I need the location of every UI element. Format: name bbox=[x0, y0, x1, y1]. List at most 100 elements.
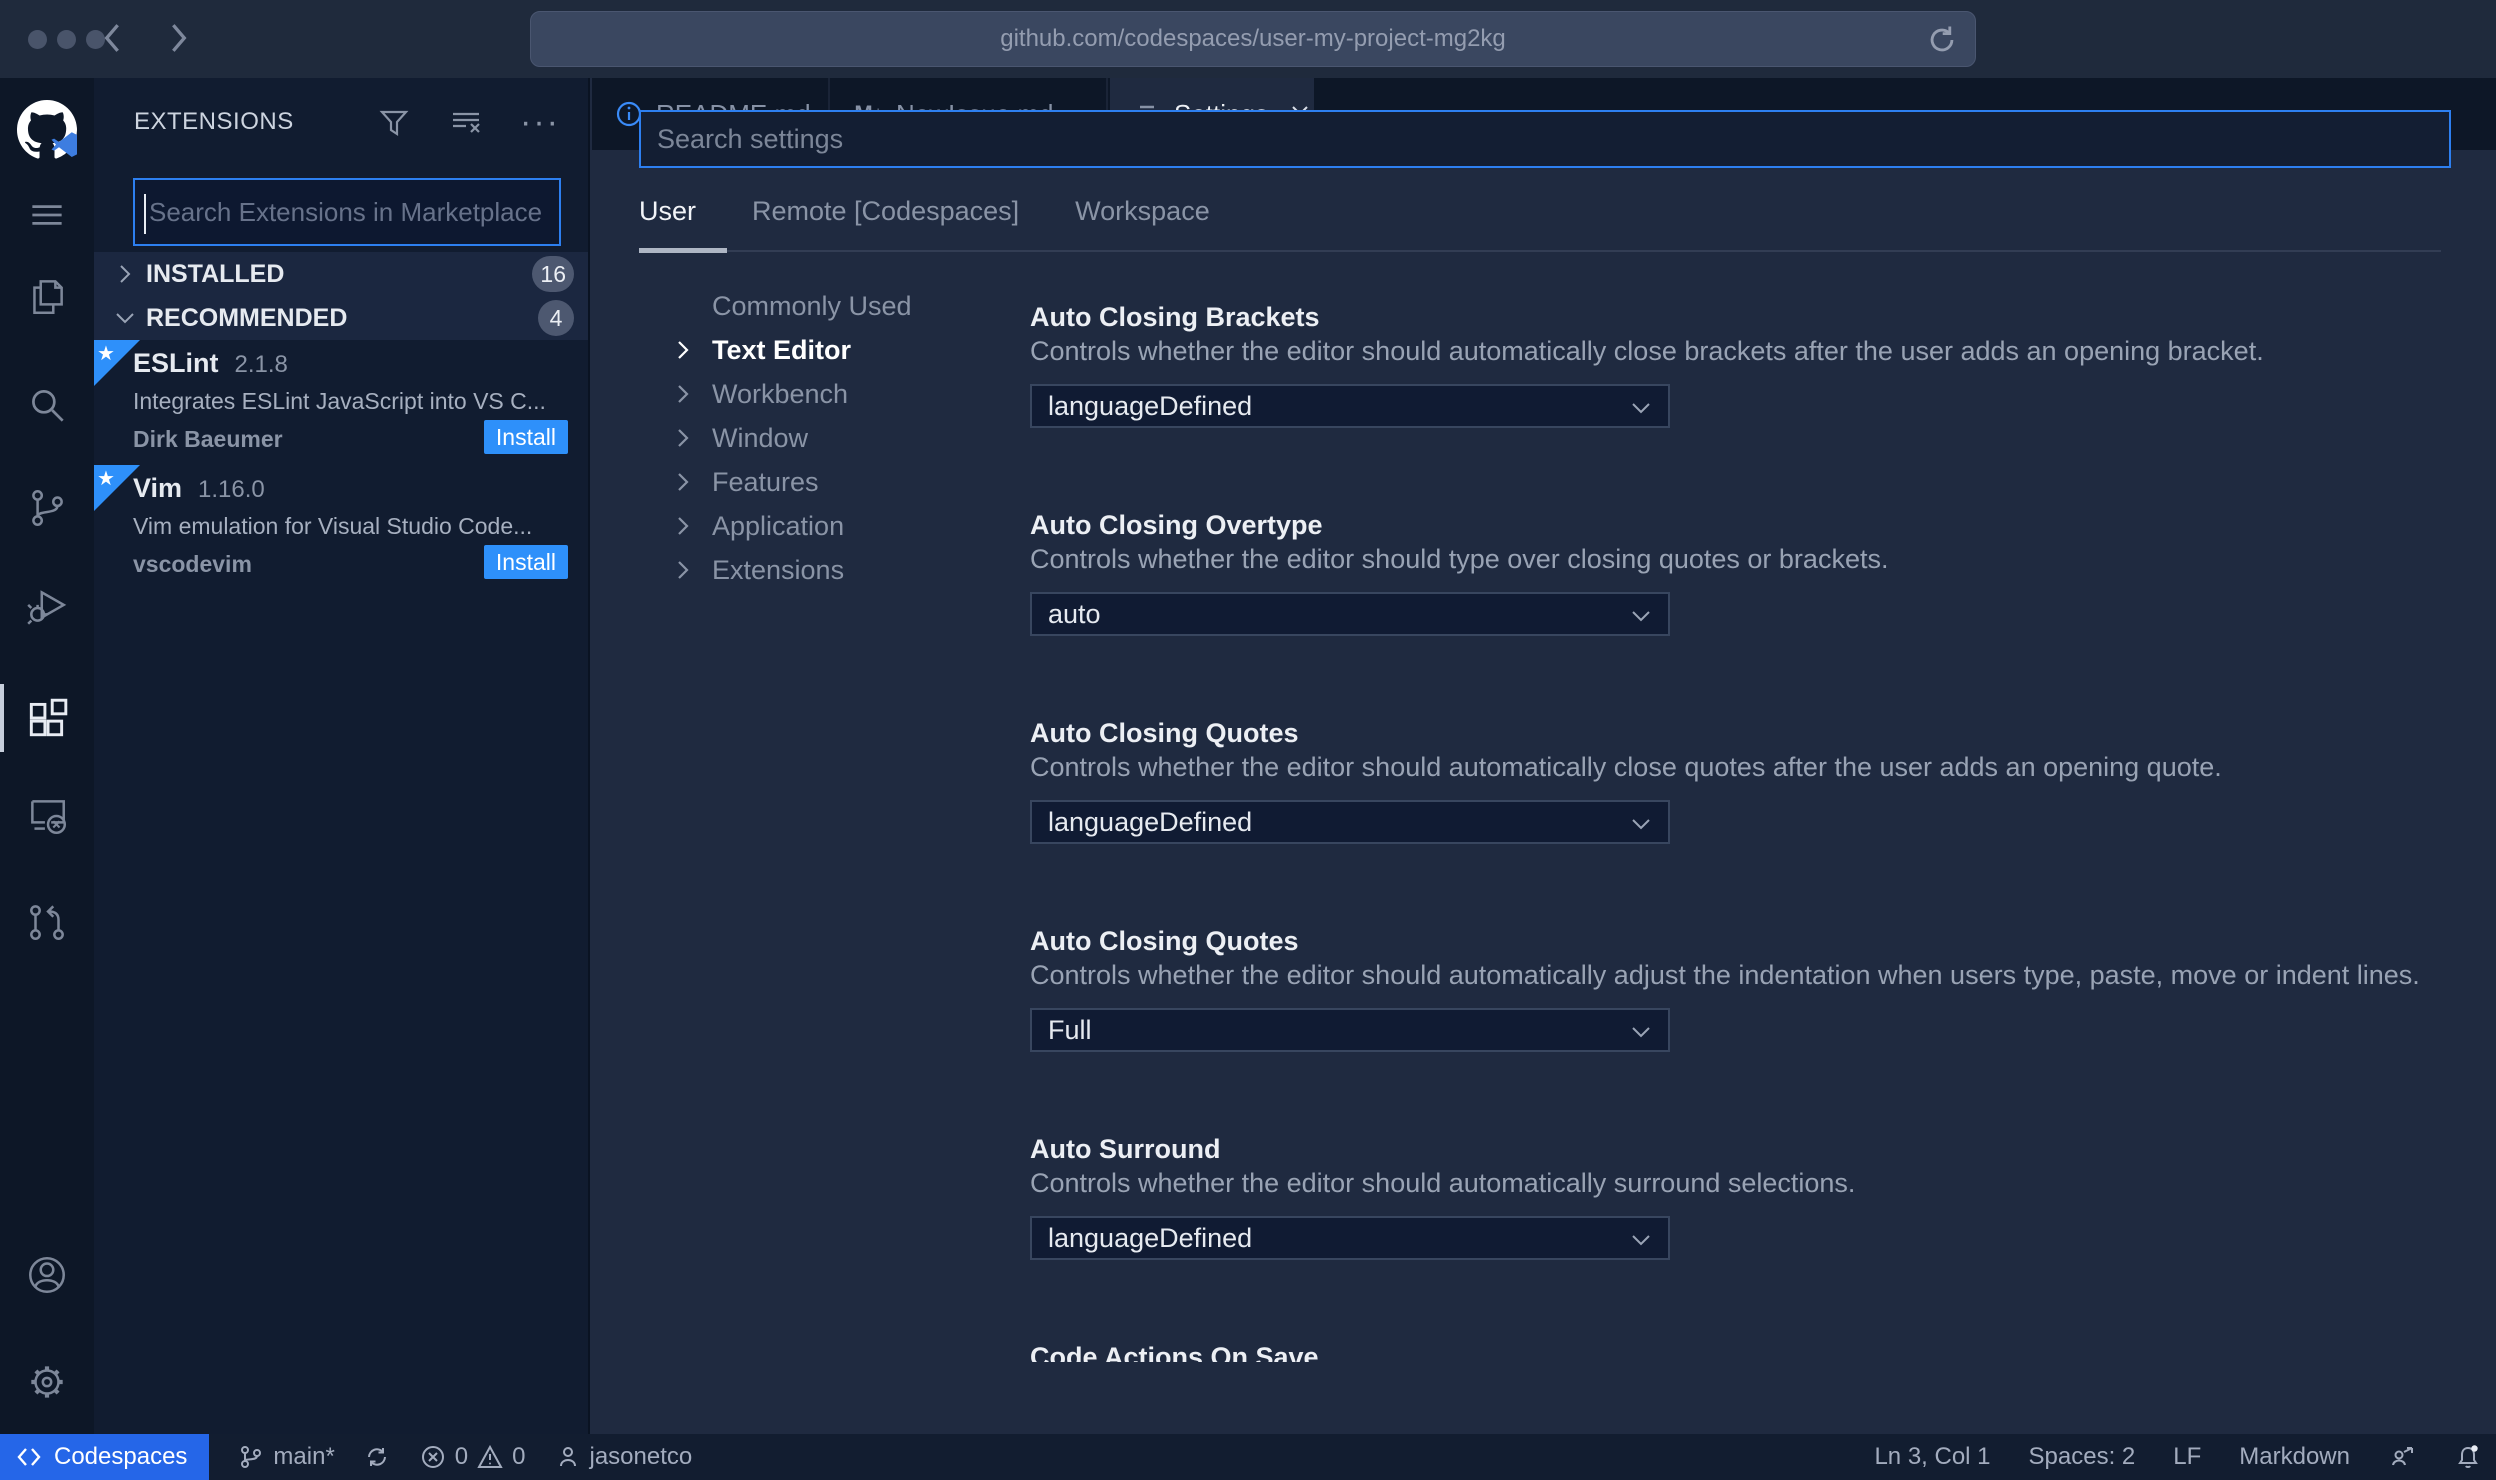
setting-select[interactable]: languageDefined bbox=[1030, 800, 1670, 844]
setting-select[interactable]: Full bbox=[1030, 1008, 1670, 1052]
remote-explorer-button[interactable] bbox=[0, 777, 94, 853]
extension-item-eslint[interactable]: ★ ESLint 2.1.8 Integrates ESLint JavaScr… bbox=[94, 340, 588, 462]
scope-divider bbox=[639, 250, 2441, 252]
files-icon bbox=[33, 280, 63, 314]
settings-search-box[interactable] bbox=[639, 110, 2451, 168]
errors-icon bbox=[421, 1446, 444, 1468]
setting-description: Controls whether the editor should autom… bbox=[1030, 1168, 1856, 1198]
browser-back-button[interactable] bbox=[92, 16, 136, 60]
section-count-badge: 4 bbox=[538, 300, 574, 336]
toc-commonly-used[interactable]: Commonly Used bbox=[670, 292, 1010, 328]
address-bar[interactable]: github.com/codespaces/user-my-project-mg… bbox=[530, 11, 1976, 67]
setting-description: Controls whether the editor should autom… bbox=[1030, 752, 2222, 782]
accounts-button[interactable] bbox=[0, 1237, 94, 1313]
cursor-position-indicator[interactable]: Ln 3, Col 1 bbox=[1874, 1443, 1990, 1471]
eol-indicator[interactable]: LF bbox=[2173, 1443, 2201, 1471]
setting-description: Controls whether the editor should autom… bbox=[1030, 960, 2420, 990]
toc-workbench[interactable]: Workbench bbox=[670, 372, 1010, 416]
sidebar-header: EXTENSIONS ··· bbox=[94, 90, 588, 154]
extension-publisher: Dirk Baeumer bbox=[133, 426, 283, 452]
setting-select[interactable]: languageDefined bbox=[1030, 384, 1670, 428]
activity-bar bbox=[0, 78, 94, 1434]
toc-window[interactable]: Window bbox=[670, 416, 1010, 460]
settings-search-input[interactable] bbox=[641, 112, 2449, 166]
toc-application[interactable]: Application bbox=[670, 504, 1010, 548]
scope-tab-workspace[interactable]: Workspace bbox=[1075, 196, 1210, 251]
scope-tab-user[interactable]: User bbox=[639, 196, 696, 251]
sync-icon bbox=[367, 1448, 386, 1466]
setting-auto-closing-quotes: Auto Closing Quotes Controls whether the… bbox=[1030, 708, 2496, 916]
setting-title: Auto Closing Brackets bbox=[1030, 302, 1320, 332]
filter-icon[interactable] bbox=[376, 104, 412, 140]
search-button[interactable] bbox=[0, 367, 94, 443]
indentation-indicator[interactable]: Spaces: 2 bbox=[2029, 1443, 2136, 1471]
toc-extensions[interactable]: Extensions bbox=[670, 548, 1010, 592]
codespaces-remote-indicator[interactable]: Codespaces bbox=[0, 1434, 210, 1480]
setting-description: Controls whether the editor should type … bbox=[1030, 544, 1889, 574]
url-text: github.com/codespaces/user-my-project-mg… bbox=[1000, 25, 1506, 52]
explorer-button[interactable] bbox=[0, 258, 94, 334]
person-icon bbox=[559, 1447, 576, 1467]
toc-features[interactable]: Features bbox=[670, 460, 1010, 504]
problems-indicator[interactable]: 0 0 bbox=[419, 1443, 526, 1471]
extension-search-box[interactable] bbox=[133, 178, 561, 246]
extension-publisher: vscodevim bbox=[133, 551, 252, 577]
text-cursor bbox=[144, 194, 146, 234]
settings-list: Auto Closing Brackets Controls whether t… bbox=[1030, 292, 2496, 1362]
workbench: EXTENSIONS ··· Search Extensions in Mark… bbox=[0, 78, 2496, 1434]
chevron-down-icon bbox=[112, 305, 138, 331]
install-button[interactable]: Install bbox=[483, 420, 568, 454]
sync-indicator[interactable] bbox=[363, 1443, 391, 1471]
toc-text-editor[interactable]: Text Editor bbox=[670, 328, 1010, 372]
browser-forward-button[interactable] bbox=[155, 16, 199, 60]
window-close-button[interactable] bbox=[28, 30, 47, 49]
chevron-down-icon bbox=[1628, 811, 1654, 837]
settings-scope-tabs: User Remote [Codespaces] Workspace bbox=[639, 196, 1210, 251]
extension-search-input[interactable] bbox=[135, 180, 559, 244]
scope-tab-remote[interactable]: Remote [Codespaces] bbox=[752, 196, 1019, 251]
section-count-badge: 16 bbox=[532, 256, 574, 292]
extensions-button[interactable] bbox=[0, 680, 94, 756]
section-label: RECOMMENDED bbox=[146, 303, 348, 332]
section-recommended[interactable]: RECOMMENDED 4 bbox=[94, 296, 588, 340]
menu-button[interactable] bbox=[0, 177, 94, 253]
chevron-right-icon bbox=[670, 557, 696, 583]
setting-select[interactable]: languageDefined bbox=[1030, 1216, 1670, 1260]
warnings-icon bbox=[477, 1444, 503, 1468]
debug-icon bbox=[27, 590, 67, 625]
status-bar: Codespaces main* 0 0 jasonetco Ln 3, Col… bbox=[0, 1434, 2496, 1480]
feedback-button[interactable] bbox=[2388, 1443, 2416, 1471]
warnings-count: 0 bbox=[512, 1443, 526, 1470]
chevron-right-icon bbox=[670, 469, 696, 495]
bell-icon bbox=[2458, 1445, 2478, 1469]
active-scope-underline bbox=[639, 248, 727, 253]
setting-title: Code Actions On Save bbox=[1030, 1342, 1319, 1362]
notifications-button[interactable] bbox=[2454, 1443, 2482, 1471]
user-label: jasonetco bbox=[589, 1443, 693, 1470]
window-minimize-button[interactable] bbox=[57, 30, 76, 49]
extension-description: Vim emulation for Visual Studio Code... bbox=[133, 513, 533, 539]
search-icon bbox=[32, 390, 64, 422]
browser-window: github.com/codespaces/user-my-project-mg… bbox=[0, 0, 2496, 1480]
user-indicator[interactable]: jasonetco bbox=[554, 1443, 693, 1471]
branch-indicator[interactable]: main* bbox=[237, 1443, 335, 1471]
extensions-icon bbox=[29, 698, 68, 737]
setting-select[interactable]: auto bbox=[1030, 592, 1670, 636]
clear-extension-search-icon[interactable] bbox=[448, 104, 484, 140]
source-control-button[interactable] bbox=[0, 470, 94, 546]
install-button[interactable]: Install bbox=[483, 545, 568, 579]
reload-icon[interactable] bbox=[1925, 23, 1959, 57]
extension-item-vim[interactable]: ★ Vim 1.16.0 Vim emulation for Visual St… bbox=[94, 465, 588, 587]
remote-explorer-icon bbox=[31, 800, 67, 835]
git-branch-icon bbox=[241, 1446, 262, 1468]
extension-name: Vim bbox=[133, 473, 183, 503]
chevron-down-icon bbox=[1628, 395, 1654, 421]
chevron-right-icon bbox=[670, 513, 696, 539]
run-debug-button[interactable] bbox=[0, 569, 94, 645]
github-logo-icon bbox=[17, 100, 77, 159]
settings-gear-button[interactable] bbox=[0, 1344, 94, 1420]
github-pull-requests-button[interactable] bbox=[0, 884, 94, 960]
language-mode-indicator[interactable]: Markdown bbox=[2239, 1443, 2350, 1471]
section-installed[interactable]: INSTALLED 16 bbox=[94, 252, 588, 296]
more-actions-icon[interactable]: ··· bbox=[520, 105, 560, 139]
